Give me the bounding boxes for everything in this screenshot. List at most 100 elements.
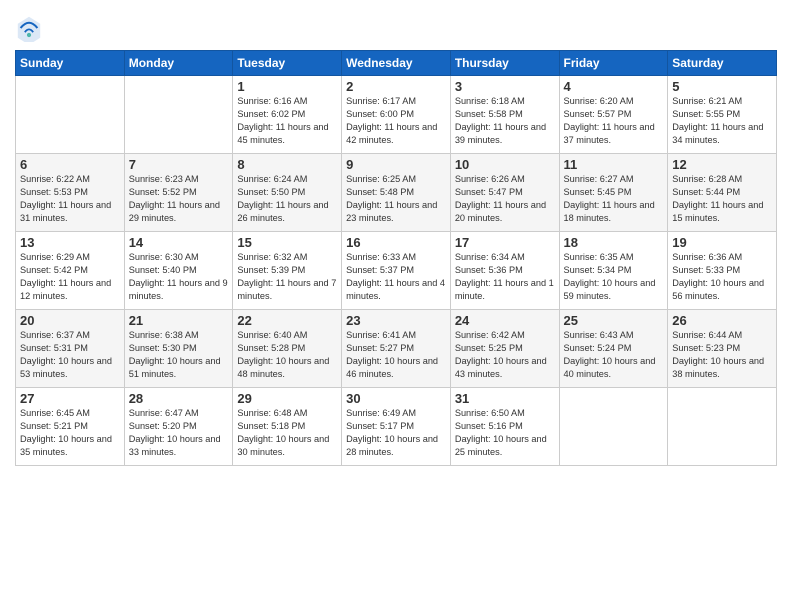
calendar-week-1: 1Sunrise: 6:16 AM Sunset: 6:02 PM Daylig…	[16, 76, 777, 154]
calendar-cell: 3Sunrise: 6:18 AM Sunset: 5:58 PM Daylig…	[450, 76, 559, 154]
day-info: Sunrise: 6:24 AM Sunset: 5:50 PM Dayligh…	[237, 173, 337, 225]
day-number: 8	[237, 157, 337, 172]
weekday-header-monday: Monday	[124, 51, 233, 76]
day-number: 18	[564, 235, 664, 250]
calendar-cell: 15Sunrise: 6:32 AM Sunset: 5:39 PM Dayli…	[233, 232, 342, 310]
calendar-cell: 6Sunrise: 6:22 AM Sunset: 5:53 PM Daylig…	[16, 154, 125, 232]
day-number: 31	[455, 391, 555, 406]
day-number: 28	[129, 391, 229, 406]
day-info: Sunrise: 6:41 AM Sunset: 5:27 PM Dayligh…	[346, 329, 446, 381]
calendar-cell: 12Sunrise: 6:28 AM Sunset: 5:44 PM Dayli…	[668, 154, 777, 232]
day-number: 30	[346, 391, 446, 406]
day-info: Sunrise: 6:20 AM Sunset: 5:57 PM Dayligh…	[564, 95, 664, 147]
day-info: Sunrise: 6:48 AM Sunset: 5:18 PM Dayligh…	[237, 407, 337, 459]
calendar-cell	[16, 76, 125, 154]
calendar-cell	[559, 388, 668, 466]
day-info: Sunrise: 6:49 AM Sunset: 5:17 PM Dayligh…	[346, 407, 446, 459]
day-info: Sunrise: 6:18 AM Sunset: 5:58 PM Dayligh…	[455, 95, 555, 147]
day-number: 22	[237, 313, 337, 328]
day-info: Sunrise: 6:45 AM Sunset: 5:21 PM Dayligh…	[20, 407, 120, 459]
calendar-body: 1Sunrise: 6:16 AM Sunset: 6:02 PM Daylig…	[16, 76, 777, 466]
weekday-header-tuesday: Tuesday	[233, 51, 342, 76]
day-number: 10	[455, 157, 555, 172]
calendar-cell: 25Sunrise: 6:43 AM Sunset: 5:24 PM Dayli…	[559, 310, 668, 388]
calendar-cell: 22Sunrise: 6:40 AM Sunset: 5:28 PM Dayli…	[233, 310, 342, 388]
day-number: 24	[455, 313, 555, 328]
calendar-cell	[124, 76, 233, 154]
day-number: 17	[455, 235, 555, 250]
day-info: Sunrise: 6:34 AM Sunset: 5:36 PM Dayligh…	[455, 251, 555, 303]
day-info: Sunrise: 6:50 AM Sunset: 5:16 PM Dayligh…	[455, 407, 555, 459]
calendar-cell: 31Sunrise: 6:50 AM Sunset: 5:16 PM Dayli…	[450, 388, 559, 466]
calendar-cell: 28Sunrise: 6:47 AM Sunset: 5:20 PM Dayli…	[124, 388, 233, 466]
calendar-week-2: 6Sunrise: 6:22 AM Sunset: 5:53 PM Daylig…	[16, 154, 777, 232]
calendar-cell: 18Sunrise: 6:35 AM Sunset: 5:34 PM Dayli…	[559, 232, 668, 310]
day-number: 7	[129, 157, 229, 172]
day-number: 9	[346, 157, 446, 172]
day-number: 15	[237, 235, 337, 250]
header	[15, 10, 777, 42]
day-info: Sunrise: 6:40 AM Sunset: 5:28 PM Dayligh…	[237, 329, 337, 381]
day-info: Sunrise: 6:44 AM Sunset: 5:23 PM Dayligh…	[672, 329, 772, 381]
calendar-cell: 30Sunrise: 6:49 AM Sunset: 5:17 PM Dayli…	[342, 388, 451, 466]
calendar-cell: 21Sunrise: 6:38 AM Sunset: 5:30 PM Dayli…	[124, 310, 233, 388]
calendar-cell: 5Sunrise: 6:21 AM Sunset: 5:55 PM Daylig…	[668, 76, 777, 154]
calendar-cell: 10Sunrise: 6:26 AM Sunset: 5:47 PM Dayli…	[450, 154, 559, 232]
day-info: Sunrise: 6:37 AM Sunset: 5:31 PM Dayligh…	[20, 329, 120, 381]
calendar-week-5: 27Sunrise: 6:45 AM Sunset: 5:21 PM Dayli…	[16, 388, 777, 466]
calendar-cell: 14Sunrise: 6:30 AM Sunset: 5:40 PM Dayli…	[124, 232, 233, 310]
day-number: 4	[564, 79, 664, 94]
day-number: 5	[672, 79, 772, 94]
day-info: Sunrise: 6:17 AM Sunset: 6:00 PM Dayligh…	[346, 95, 446, 147]
day-info: Sunrise: 6:26 AM Sunset: 5:47 PM Dayligh…	[455, 173, 555, 225]
calendar-cell: 17Sunrise: 6:34 AM Sunset: 5:36 PM Dayli…	[450, 232, 559, 310]
day-number: 29	[237, 391, 337, 406]
calendar-week-3: 13Sunrise: 6:29 AM Sunset: 5:42 PM Dayli…	[16, 232, 777, 310]
weekday-header-wednesday: Wednesday	[342, 51, 451, 76]
day-info: Sunrise: 6:29 AM Sunset: 5:42 PM Dayligh…	[20, 251, 120, 303]
day-number: 1	[237, 79, 337, 94]
weekday-header-sunday: Sunday	[16, 51, 125, 76]
weekday-header-friday: Friday	[559, 51, 668, 76]
weekday-header-saturday: Saturday	[668, 51, 777, 76]
calendar-cell: 20Sunrise: 6:37 AM Sunset: 5:31 PM Dayli…	[16, 310, 125, 388]
page: SundayMondayTuesdayWednesdayThursdayFrid…	[0, 0, 792, 612]
weekday-row: SundayMondayTuesdayWednesdayThursdayFrid…	[16, 51, 777, 76]
day-number: 16	[346, 235, 446, 250]
calendar-cell: 2Sunrise: 6:17 AM Sunset: 6:00 PM Daylig…	[342, 76, 451, 154]
day-info: Sunrise: 6:30 AM Sunset: 5:40 PM Dayligh…	[129, 251, 229, 303]
weekday-header-thursday: Thursday	[450, 51, 559, 76]
day-number: 26	[672, 313, 772, 328]
calendar-table: SundayMondayTuesdayWednesdayThursdayFrid…	[15, 50, 777, 466]
day-info: Sunrise: 6:47 AM Sunset: 5:20 PM Dayligh…	[129, 407, 229, 459]
day-info: Sunrise: 6:16 AM Sunset: 6:02 PM Dayligh…	[237, 95, 337, 147]
day-number: 6	[20, 157, 120, 172]
calendar-cell: 24Sunrise: 6:42 AM Sunset: 5:25 PM Dayli…	[450, 310, 559, 388]
calendar-cell: 19Sunrise: 6:36 AM Sunset: 5:33 PM Dayli…	[668, 232, 777, 310]
day-info: Sunrise: 6:36 AM Sunset: 5:33 PM Dayligh…	[672, 251, 772, 303]
day-number: 13	[20, 235, 120, 250]
day-number: 12	[672, 157, 772, 172]
day-number: 20	[20, 313, 120, 328]
calendar-cell: 26Sunrise: 6:44 AM Sunset: 5:23 PM Dayli…	[668, 310, 777, 388]
day-info: Sunrise: 6:23 AM Sunset: 5:52 PM Dayligh…	[129, 173, 229, 225]
calendar-cell: 7Sunrise: 6:23 AM Sunset: 5:52 PM Daylig…	[124, 154, 233, 232]
calendar-cell: 16Sunrise: 6:33 AM Sunset: 5:37 PM Dayli…	[342, 232, 451, 310]
calendar-cell	[668, 388, 777, 466]
day-info: Sunrise: 6:33 AM Sunset: 5:37 PM Dayligh…	[346, 251, 446, 303]
day-info: Sunrise: 6:42 AM Sunset: 5:25 PM Dayligh…	[455, 329, 555, 381]
calendar-cell: 27Sunrise: 6:45 AM Sunset: 5:21 PM Dayli…	[16, 388, 125, 466]
day-info: Sunrise: 6:43 AM Sunset: 5:24 PM Dayligh…	[564, 329, 664, 381]
calendar-cell: 23Sunrise: 6:41 AM Sunset: 5:27 PM Dayli…	[342, 310, 451, 388]
day-info: Sunrise: 6:21 AM Sunset: 5:55 PM Dayligh…	[672, 95, 772, 147]
day-number: 21	[129, 313, 229, 328]
day-info: Sunrise: 6:35 AM Sunset: 5:34 PM Dayligh…	[564, 251, 664, 303]
day-number: 25	[564, 313, 664, 328]
calendar-cell: 4Sunrise: 6:20 AM Sunset: 5:57 PM Daylig…	[559, 76, 668, 154]
day-number: 14	[129, 235, 229, 250]
calendar-cell: 29Sunrise: 6:48 AM Sunset: 5:18 PM Dayli…	[233, 388, 342, 466]
day-number: 19	[672, 235, 772, 250]
calendar-cell: 11Sunrise: 6:27 AM Sunset: 5:45 PM Dayli…	[559, 154, 668, 232]
calendar-header: SundayMondayTuesdayWednesdayThursdayFrid…	[16, 51, 777, 76]
day-info: Sunrise: 6:22 AM Sunset: 5:53 PM Dayligh…	[20, 173, 120, 225]
